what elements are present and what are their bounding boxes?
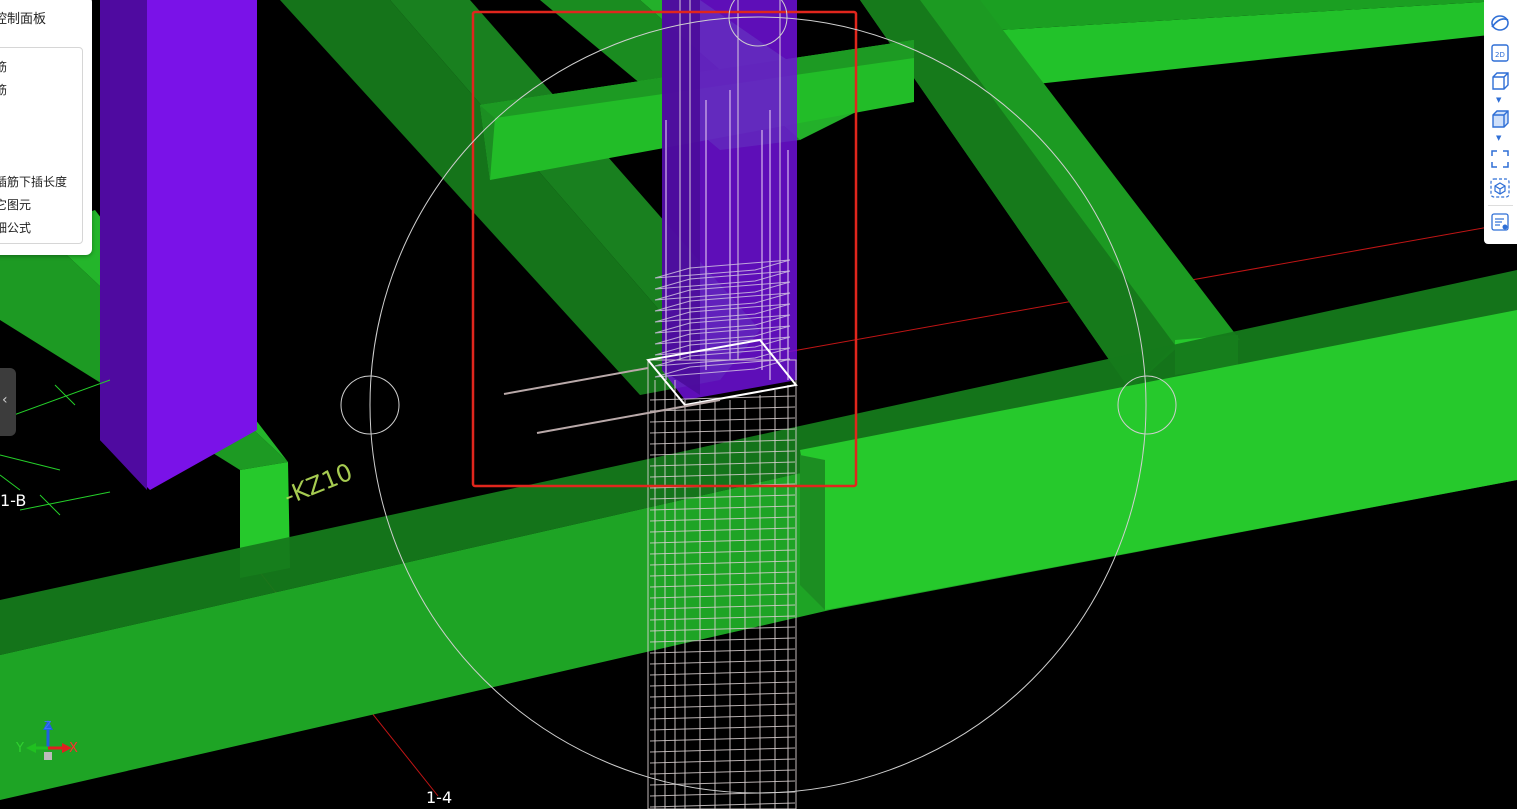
axis-label-x: X [69, 741, 78, 756]
view-2d-label: 2D [1495, 51, 1505, 59]
option-item[interactable]: 插筋下插长度 [0, 173, 67, 190]
option-item[interactable]: 筋 [0, 81, 7, 98]
orbit-icon[interactable] [1489, 12, 1511, 34]
option-item[interactable]: 筋 [0, 58, 7, 75]
fullscreen-icon[interactable] [1489, 148, 1511, 170]
control-panel[interactable]: 控制面板 筋 筋 插筋下插长度 它图元 细公式 [0, 0, 92, 255]
toolbar-divider [1488, 205, 1513, 206]
chevron-down-icon[interactable]: ▼ [1496, 97, 1501, 104]
axis-label-z: Z [44, 719, 52, 732]
grid-label-left: 1-B [0, 491, 26, 510]
grid-label-bottom: 1-4 [426, 788, 452, 807]
chevron-left-icon: ‹ [2, 392, 8, 408]
3d-viewport[interactable]: -KZ10 1-B 1-4 Z X Y 控制面板 筋 筋 插筋下插长度 它图元 … [0, 0, 1517, 809]
scene-canvas[interactable]: -KZ10 1-B 1-4 Z X Y [0, 0, 1517, 809]
chevron-down-icon[interactable]: ▼ [1496, 135, 1501, 142]
view-2d-icon[interactable]: 2D [1489, 42, 1511, 64]
collapse-panel-tab[interactable]: ‹ [0, 368, 16, 436]
axis-label-y: Y [15, 741, 24, 756]
property-list-icon[interactable] [1489, 211, 1511, 233]
wireframe-cube-icon[interactable] [1489, 70, 1511, 92]
control-panel-options: 筋 筋 插筋下插长度 它图元 细公式 [0, 47, 83, 244]
control-panel-title: 控制面板 [0, 12, 47, 27]
option-item[interactable]: 它图元 [0, 196, 31, 213]
solid-cube-icon[interactable] [1489, 108, 1511, 130]
box-select-icon[interactable] [1489, 177, 1511, 199]
right-toolbar: 2D ▼ ▼ [1484, 0, 1517, 244]
option-item[interactable]: 细公式 [0, 219, 31, 236]
